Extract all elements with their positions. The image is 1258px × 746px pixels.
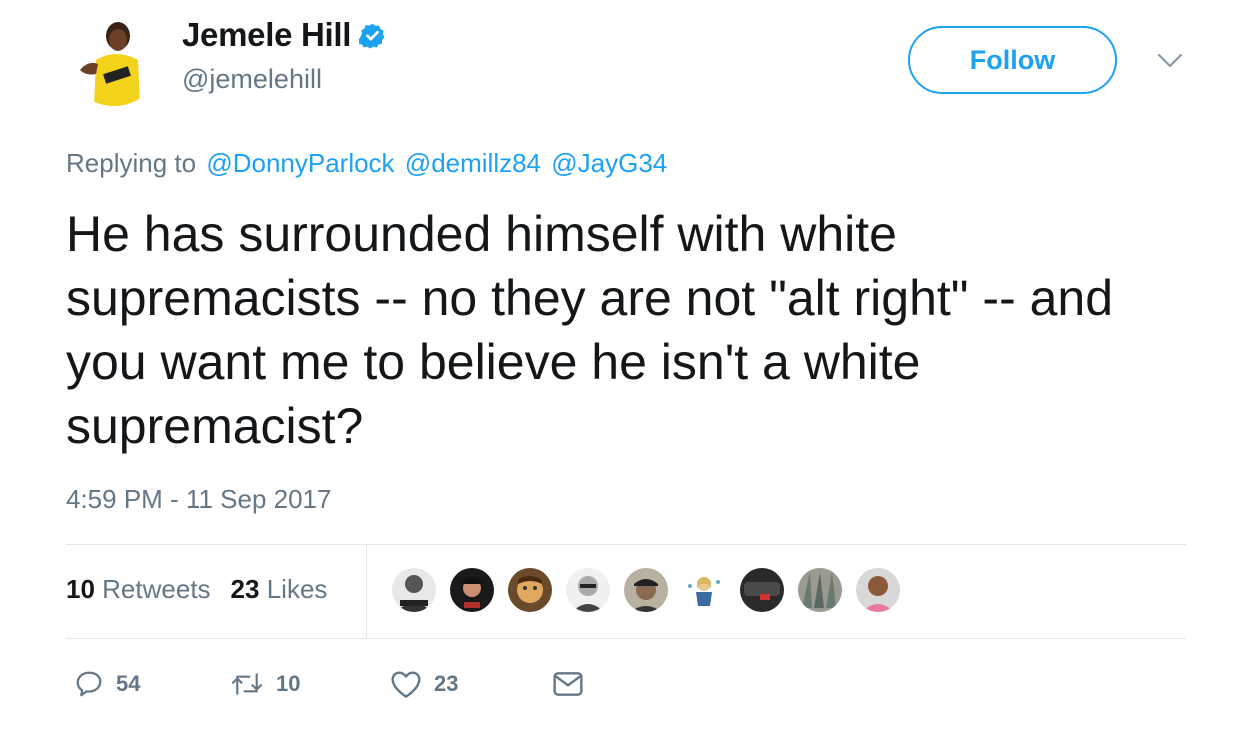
- liker-avatar[interactable]: [622, 566, 670, 614]
- liker-avatar[interactable]: [854, 566, 902, 614]
- reply-count: 54: [116, 671, 141, 696]
- liker-avatars: [390, 566, 912, 614]
- replying-to-label: Replying to: [66, 148, 197, 178]
- retweet-icon: [231, 673, 263, 695]
- reply-action[interactable]: 54: [74, 662, 140, 706]
- likes-label: Likes: [266, 574, 328, 604]
- mention-link[interactable]: @JayG34: [551, 148, 667, 178]
- verified-badge-icon: [359, 23, 385, 49]
- liker-avatar[interactable]: [506, 566, 554, 614]
- liker-avatar[interactable]: [564, 566, 612, 614]
- like-count: 23: [434, 671, 459, 696]
- likes-stat[interactable]: 23 Likes: [231, 574, 328, 605]
- author-avatar-image: [66, 10, 162, 106]
- author-name-row[interactable]: Jemele Hill: [182, 16, 386, 54]
- divider: [66, 638, 1186, 639]
- retweets-count: 10: [66, 574, 95, 604]
- tweet-actions: 54 10 23: [66, 662, 666, 706]
- retweets-stat[interactable]: 10 Retweets: [66, 574, 211, 605]
- mention-link[interactable]: @demillz84: [405, 148, 541, 178]
- retweets-label: Retweets: [102, 574, 211, 604]
- tweet-stats: 10 Retweets 23 Likes: [66, 574, 347, 605]
- liker-avatar[interactable]: [796, 566, 844, 614]
- likes-count: 23: [230, 574, 260, 604]
- follow-button[interactable]: Follow: [908, 26, 1117, 94]
- stats-separator: [366, 545, 367, 638]
- author-handle[interactable]: @jemelehill: [182, 64, 322, 95]
- mention-link[interactable]: @DonnyParlock: [206, 148, 394, 178]
- liker-avatar[interactable]: [738, 566, 786, 614]
- retweet-count: 10: [276, 671, 301, 696]
- liker-avatar[interactable]: [680, 566, 728, 614]
- replying-to-line: Replying to @DonnyParlock @demillz84 @Ja…: [66, 148, 667, 179]
- author-avatar[interactable]: [66, 10, 162, 106]
- envelope-icon: [553, 672, 583, 696]
- retweet-action[interactable]: 10: [230, 662, 300, 706]
- reply-icon: [76, 671, 102, 697]
- liker-avatar[interactable]: [390, 566, 438, 614]
- tweet-timestamp[interactable]: 4:59 PM - 11 Sep 2017: [66, 484, 331, 515]
- chevron-down-icon[interactable]: [1156, 48, 1184, 72]
- like-action[interactable]: 23: [390, 662, 458, 706]
- tweet-text: He has surrounded himself with white sup…: [66, 206, 1114, 454]
- author-name[interactable]: Jemele Hill: [182, 16, 351, 54]
- direct-message-action[interactable]: [552, 662, 584, 706]
- liker-avatar[interactable]: [448, 566, 496, 614]
- divider: [66, 544, 1186, 545]
- heart-icon: [391, 671, 421, 698]
